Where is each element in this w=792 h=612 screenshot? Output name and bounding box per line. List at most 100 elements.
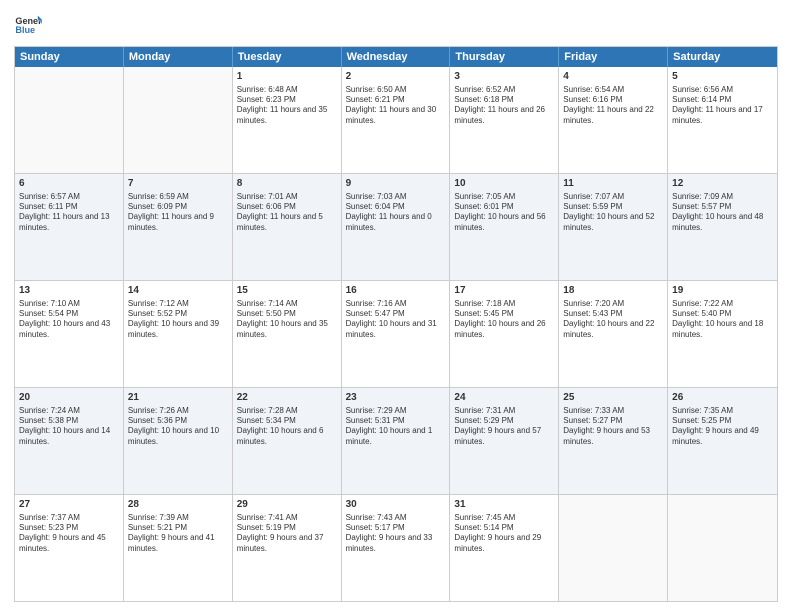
day-cell-5: 5Sunrise: 6:56 AMSunset: 6:14 PMDaylight… [668, 67, 777, 173]
day-cell-14: 14Sunrise: 7:12 AMSunset: 5:52 PMDayligh… [124, 281, 233, 387]
day-number: 18 [563, 284, 663, 298]
day-cell-16: 16Sunrise: 7:16 AMSunset: 5:47 PMDayligh… [342, 281, 451, 387]
empty-cell [668, 495, 777, 601]
day-cell-18: 18Sunrise: 7:20 AMSunset: 5:43 PMDayligh… [559, 281, 668, 387]
day-info: Sunrise: 7:39 AMSunset: 5:21 PMDaylight:… [128, 513, 228, 555]
page: General Blue SundayMondayTuesdayWednesda… [0, 0, 792, 612]
day-cell-15: 15Sunrise: 7:14 AMSunset: 5:50 PMDayligh… [233, 281, 342, 387]
day-cell-7: 7Sunrise: 6:59 AMSunset: 6:09 PMDaylight… [124, 174, 233, 280]
calendar-row-3: 13Sunrise: 7:10 AMSunset: 5:54 PMDayligh… [15, 280, 777, 387]
day-cell-28: 28Sunrise: 7:39 AMSunset: 5:21 PMDayligh… [124, 495, 233, 601]
day-info: Sunrise: 6:59 AMSunset: 6:09 PMDaylight:… [128, 192, 228, 234]
day-info: Sunrise: 7:24 AMSunset: 5:38 PMDaylight:… [19, 406, 119, 448]
calendar: SundayMondayTuesdayWednesdayThursdayFrid… [14, 46, 778, 602]
svg-text:Blue: Blue [15, 25, 35, 35]
day-number: 16 [346, 284, 446, 298]
day-info: Sunrise: 7:26 AMSunset: 5:36 PMDaylight:… [128, 406, 228, 448]
day-info: Sunrise: 7:01 AMSunset: 6:06 PMDaylight:… [237, 192, 337, 234]
day-number: 4 [563, 70, 663, 84]
weekday-header-thursday: Thursday [450, 47, 559, 67]
day-number: 5 [672, 70, 773, 84]
day-number: 24 [454, 391, 554, 405]
weekday-header-friday: Friday [559, 47, 668, 67]
day-info: Sunrise: 7:07 AMSunset: 5:59 PMDaylight:… [563, 192, 663, 234]
day-cell-31: 31Sunrise: 7:45 AMSunset: 5:14 PMDayligh… [450, 495, 559, 601]
day-cell-3: 3Sunrise: 6:52 AMSunset: 6:18 PMDaylight… [450, 67, 559, 173]
day-number: 9 [346, 177, 446, 191]
day-info: Sunrise: 7:37 AMSunset: 5:23 PMDaylight:… [19, 513, 119, 555]
day-cell-21: 21Sunrise: 7:26 AMSunset: 5:36 PMDayligh… [124, 388, 233, 494]
day-info: Sunrise: 7:41 AMSunset: 5:19 PMDaylight:… [237, 513, 337, 555]
day-info: Sunrise: 7:16 AMSunset: 5:47 PMDaylight:… [346, 299, 446, 341]
day-cell-4: 4Sunrise: 6:54 AMSunset: 6:16 PMDaylight… [559, 67, 668, 173]
day-cell-20: 20Sunrise: 7:24 AMSunset: 5:38 PMDayligh… [15, 388, 124, 494]
weekday-header-saturday: Saturday [668, 47, 777, 67]
day-number: 28 [128, 498, 228, 512]
weekday-header-sunday: Sunday [15, 47, 124, 67]
day-cell-24: 24Sunrise: 7:31 AMSunset: 5:29 PMDayligh… [450, 388, 559, 494]
day-number: 2 [346, 70, 446, 84]
day-number: 26 [672, 391, 773, 405]
day-number: 1 [237, 70, 337, 84]
logo-icon: General Blue [14, 10, 42, 38]
day-cell-1: 1Sunrise: 6:48 AMSunset: 6:23 PMDaylight… [233, 67, 342, 173]
day-number: 14 [128, 284, 228, 298]
day-cell-30: 30Sunrise: 7:43 AMSunset: 5:17 PMDayligh… [342, 495, 451, 601]
header: General Blue [14, 10, 778, 38]
day-info: Sunrise: 7:14 AMSunset: 5:50 PMDaylight:… [237, 299, 337, 341]
day-info: Sunrise: 7:18 AMSunset: 5:45 PMDaylight:… [454, 299, 554, 341]
day-cell-25: 25Sunrise: 7:33 AMSunset: 5:27 PMDayligh… [559, 388, 668, 494]
day-info: Sunrise: 7:28 AMSunset: 5:34 PMDaylight:… [237, 406, 337, 448]
calendar-row-2: 6Sunrise: 6:57 AMSunset: 6:11 PMDaylight… [15, 173, 777, 280]
day-cell-17: 17Sunrise: 7:18 AMSunset: 5:45 PMDayligh… [450, 281, 559, 387]
day-number: 17 [454, 284, 554, 298]
day-cell-2: 2Sunrise: 6:50 AMSunset: 6:21 PMDaylight… [342, 67, 451, 173]
day-info: Sunrise: 7:43 AMSunset: 5:17 PMDaylight:… [346, 513, 446, 555]
day-info: Sunrise: 7:29 AMSunset: 5:31 PMDaylight:… [346, 406, 446, 448]
day-number: 19 [672, 284, 773, 298]
day-info: Sunrise: 6:50 AMSunset: 6:21 PMDaylight:… [346, 85, 446, 127]
day-info: Sunrise: 7:33 AMSunset: 5:27 PMDaylight:… [563, 406, 663, 448]
day-cell-11: 11Sunrise: 7:07 AMSunset: 5:59 PMDayligh… [559, 174, 668, 280]
day-number: 21 [128, 391, 228, 405]
empty-cell [559, 495, 668, 601]
day-cell-13: 13Sunrise: 7:10 AMSunset: 5:54 PMDayligh… [15, 281, 124, 387]
day-number: 3 [454, 70, 554, 84]
day-cell-12: 12Sunrise: 7:09 AMSunset: 5:57 PMDayligh… [668, 174, 777, 280]
day-number: 25 [563, 391, 663, 405]
day-number: 31 [454, 498, 554, 512]
day-info: Sunrise: 7:05 AMSunset: 6:01 PMDaylight:… [454, 192, 554, 234]
weekday-header-monday: Monday [124, 47, 233, 67]
day-info: Sunrise: 7:03 AMSunset: 6:04 PMDaylight:… [346, 192, 446, 234]
day-cell-9: 9Sunrise: 7:03 AMSunset: 6:04 PMDaylight… [342, 174, 451, 280]
day-info: Sunrise: 7:22 AMSunset: 5:40 PMDaylight:… [672, 299, 773, 341]
day-info: Sunrise: 7:09 AMSunset: 5:57 PMDaylight:… [672, 192, 773, 234]
day-cell-6: 6Sunrise: 6:57 AMSunset: 6:11 PMDaylight… [15, 174, 124, 280]
day-number: 12 [672, 177, 773, 191]
day-info: Sunrise: 7:20 AMSunset: 5:43 PMDaylight:… [563, 299, 663, 341]
calendar-row-5: 27Sunrise: 7:37 AMSunset: 5:23 PMDayligh… [15, 494, 777, 601]
day-cell-26: 26Sunrise: 7:35 AMSunset: 5:25 PMDayligh… [668, 388, 777, 494]
empty-cell [15, 67, 124, 173]
day-cell-19: 19Sunrise: 7:22 AMSunset: 5:40 PMDayligh… [668, 281, 777, 387]
day-info: Sunrise: 6:52 AMSunset: 6:18 PMDaylight:… [454, 85, 554, 127]
weekday-header-wednesday: Wednesday [342, 47, 451, 67]
day-cell-22: 22Sunrise: 7:28 AMSunset: 5:34 PMDayligh… [233, 388, 342, 494]
day-info: Sunrise: 7:45 AMSunset: 5:14 PMDaylight:… [454, 513, 554, 555]
day-info: Sunrise: 7:10 AMSunset: 5:54 PMDaylight:… [19, 299, 119, 341]
weekday-header-tuesday: Tuesday [233, 47, 342, 67]
day-cell-8: 8Sunrise: 7:01 AMSunset: 6:06 PMDaylight… [233, 174, 342, 280]
calendar-body: 1Sunrise: 6:48 AMSunset: 6:23 PMDaylight… [15, 67, 777, 601]
day-number: 20 [19, 391, 119, 405]
day-cell-27: 27Sunrise: 7:37 AMSunset: 5:23 PMDayligh… [15, 495, 124, 601]
day-cell-23: 23Sunrise: 7:29 AMSunset: 5:31 PMDayligh… [342, 388, 451, 494]
day-number: 27 [19, 498, 119, 512]
day-info: Sunrise: 6:56 AMSunset: 6:14 PMDaylight:… [672, 85, 773, 127]
day-info: Sunrise: 6:57 AMSunset: 6:11 PMDaylight:… [19, 192, 119, 234]
day-number: 10 [454, 177, 554, 191]
day-number: 7 [128, 177, 228, 191]
day-number: 30 [346, 498, 446, 512]
day-number: 22 [237, 391, 337, 405]
day-number: 23 [346, 391, 446, 405]
day-info: Sunrise: 7:12 AMSunset: 5:52 PMDaylight:… [128, 299, 228, 341]
